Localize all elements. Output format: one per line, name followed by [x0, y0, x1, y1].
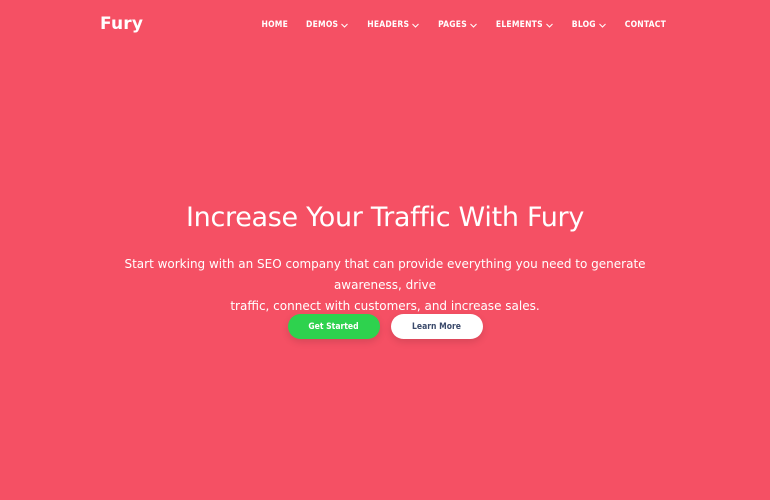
get-started-button[interactable]: Get Started	[287, 314, 380, 339]
hero-subtitle-line2: traffic, connect with customers, and inc…	[230, 299, 540, 313]
hero-cta-group: Get Started Learn More	[0, 314, 770, 339]
hero-title: Increase Your Traffic With Fury	[185, 202, 584, 233]
learn-more-button[interactable]: Learn More	[390, 314, 483, 339]
hero-section: Increase Your Traffic With Fury Start wo…	[0, 0, 770, 500]
hero-subtitle-line1: Start working with an SEO company that c…	[124, 257, 646, 292]
hero-subtitle: Start working with an SEO company that c…	[100, 254, 670, 317]
